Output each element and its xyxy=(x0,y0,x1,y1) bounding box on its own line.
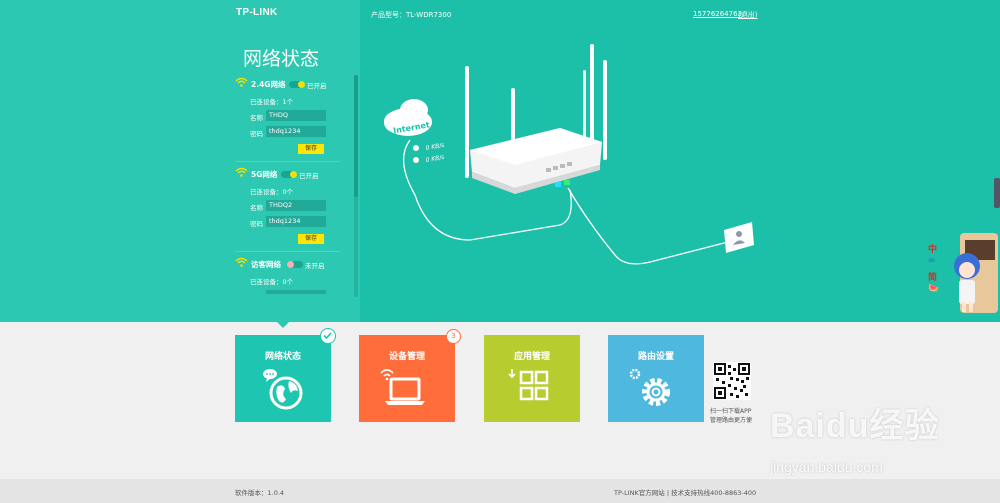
wifi-icon xyxy=(235,167,248,177)
section-divider xyxy=(235,251,340,252)
globe-icon xyxy=(263,369,303,410)
wifi-section-header: 访客网络 未开启 xyxy=(235,257,345,270)
wifi-section-header: 5G网络 已开启 xyxy=(235,167,345,180)
lan-cable xyxy=(567,187,729,265)
laptop-icon xyxy=(380,369,425,405)
tile-label: 应用管理 xyxy=(513,352,550,362)
tile-app-management[interactable]: 应用管理 xyxy=(484,335,580,422)
router-icon xyxy=(465,44,607,194)
tile-label: 网络状态 xyxy=(264,352,301,362)
tile-label: 路由设置 xyxy=(637,352,674,362)
wifi-band-name: 2.4G网络 xyxy=(251,80,286,89)
widget-chinese-toggle[interactable]: 中 xyxy=(928,242,937,255)
qr-caption-line1: 扫一扫下载APP xyxy=(710,408,752,415)
footer-links[interactable]: TP-LINK官方网站 | 技术支持热线400-8863-400 xyxy=(614,487,756,497)
tplink-logo: TP-LINK xyxy=(236,7,278,18)
connected-devices: 已连设备：1个 xyxy=(250,98,294,106)
wifi-band-name: 5G网络 xyxy=(251,170,278,179)
logout-link[interactable]: (退出) xyxy=(738,10,757,20)
client-device-icon xyxy=(724,222,754,253)
wifi-status-text: 未开启 xyxy=(305,262,325,270)
wifi-icon xyxy=(235,77,248,87)
download-speed: 0 KB/s xyxy=(425,154,445,164)
footer-bar xyxy=(0,479,1000,503)
panel-scroll-thumb[interactable] xyxy=(354,75,358,197)
ssid-input-partial[interactable] xyxy=(266,290,326,294)
qr-code-icon xyxy=(713,362,751,400)
tile-label: 设备管理 xyxy=(388,352,425,362)
account-link[interactable]: 15776264763 xyxy=(693,10,742,18)
widget-watermelon-icon[interactable]: 🍉 xyxy=(928,284,939,294)
wifi-status-text: 已开启 xyxy=(307,82,327,90)
ssid-input[interactable]: THDQ2 xyxy=(266,200,326,211)
ssid-label: 名称 xyxy=(250,204,263,212)
wifi-band-name: 访客网络 xyxy=(251,260,281,269)
software-version: 软件版本：1.0.4 xyxy=(235,489,285,497)
baidu-watermark: Baidu经验 xyxy=(770,407,940,445)
wifi-status-text: 已开启 xyxy=(299,172,319,180)
password-input[interactable]: thdq1234 xyxy=(266,216,326,227)
password-label: 密码 xyxy=(250,220,263,228)
wifi-2g-toggle[interactable] xyxy=(289,81,305,88)
password-input[interactable]: thdq1234 xyxy=(266,126,326,137)
product-model: 产品型号：TL-WDR7300 xyxy=(371,11,452,19)
wifi-section-header: 2.4G网络 已开启 xyxy=(235,77,345,90)
tile-device-management[interactable]: 设备管理 xyxy=(359,335,455,422)
tile-network-status[interactable]: 网络状态 xyxy=(235,335,331,422)
gear-icon xyxy=(629,368,670,406)
widget-link-icon[interactable]: ∞ xyxy=(928,256,936,266)
guest-wifi-toggle[interactable] xyxy=(287,261,303,268)
baidu-watermark-url: jingyan.baidu.com xyxy=(770,459,883,475)
password-label: 密码 xyxy=(250,130,263,138)
ssid-input[interactable]: THDQ xyxy=(266,110,326,121)
upload-speed: 0 KB/s xyxy=(425,142,445,152)
save-button[interactable]: 保存 xyxy=(298,234,324,244)
download-arrow-icon xyxy=(413,157,419,163)
save-button[interactable]: 保存 xyxy=(298,144,324,154)
wifi-5g-toggle[interactable] xyxy=(281,171,297,178)
apps-icon xyxy=(508,369,549,401)
active-tab-pointer xyxy=(277,322,289,328)
page-scrollbar[interactable] xyxy=(994,178,1000,208)
connected-devices: 已连设备：0个 xyxy=(250,188,294,196)
section-divider xyxy=(235,161,340,162)
active-check-icon xyxy=(320,328,336,344)
widget-simplified-toggle[interactable]: 简 xyxy=(928,270,937,283)
network-topology-diagram: Internet 0 KB/s 0 KB/s xyxy=(384,44,754,265)
page-title: 网络状态 xyxy=(243,48,320,70)
device-count-badge: 3 xyxy=(446,329,461,344)
connected-devices: 已连设备：0个 xyxy=(250,278,294,286)
wifi-icon xyxy=(235,257,248,267)
tile-router-settings[interactable]: 路由设置 xyxy=(608,335,704,422)
upload-arrow-icon xyxy=(413,145,419,151)
qr-caption-line2: 管理路由更方便 xyxy=(710,417,753,424)
ssid-label: 名称 xyxy=(250,114,263,122)
